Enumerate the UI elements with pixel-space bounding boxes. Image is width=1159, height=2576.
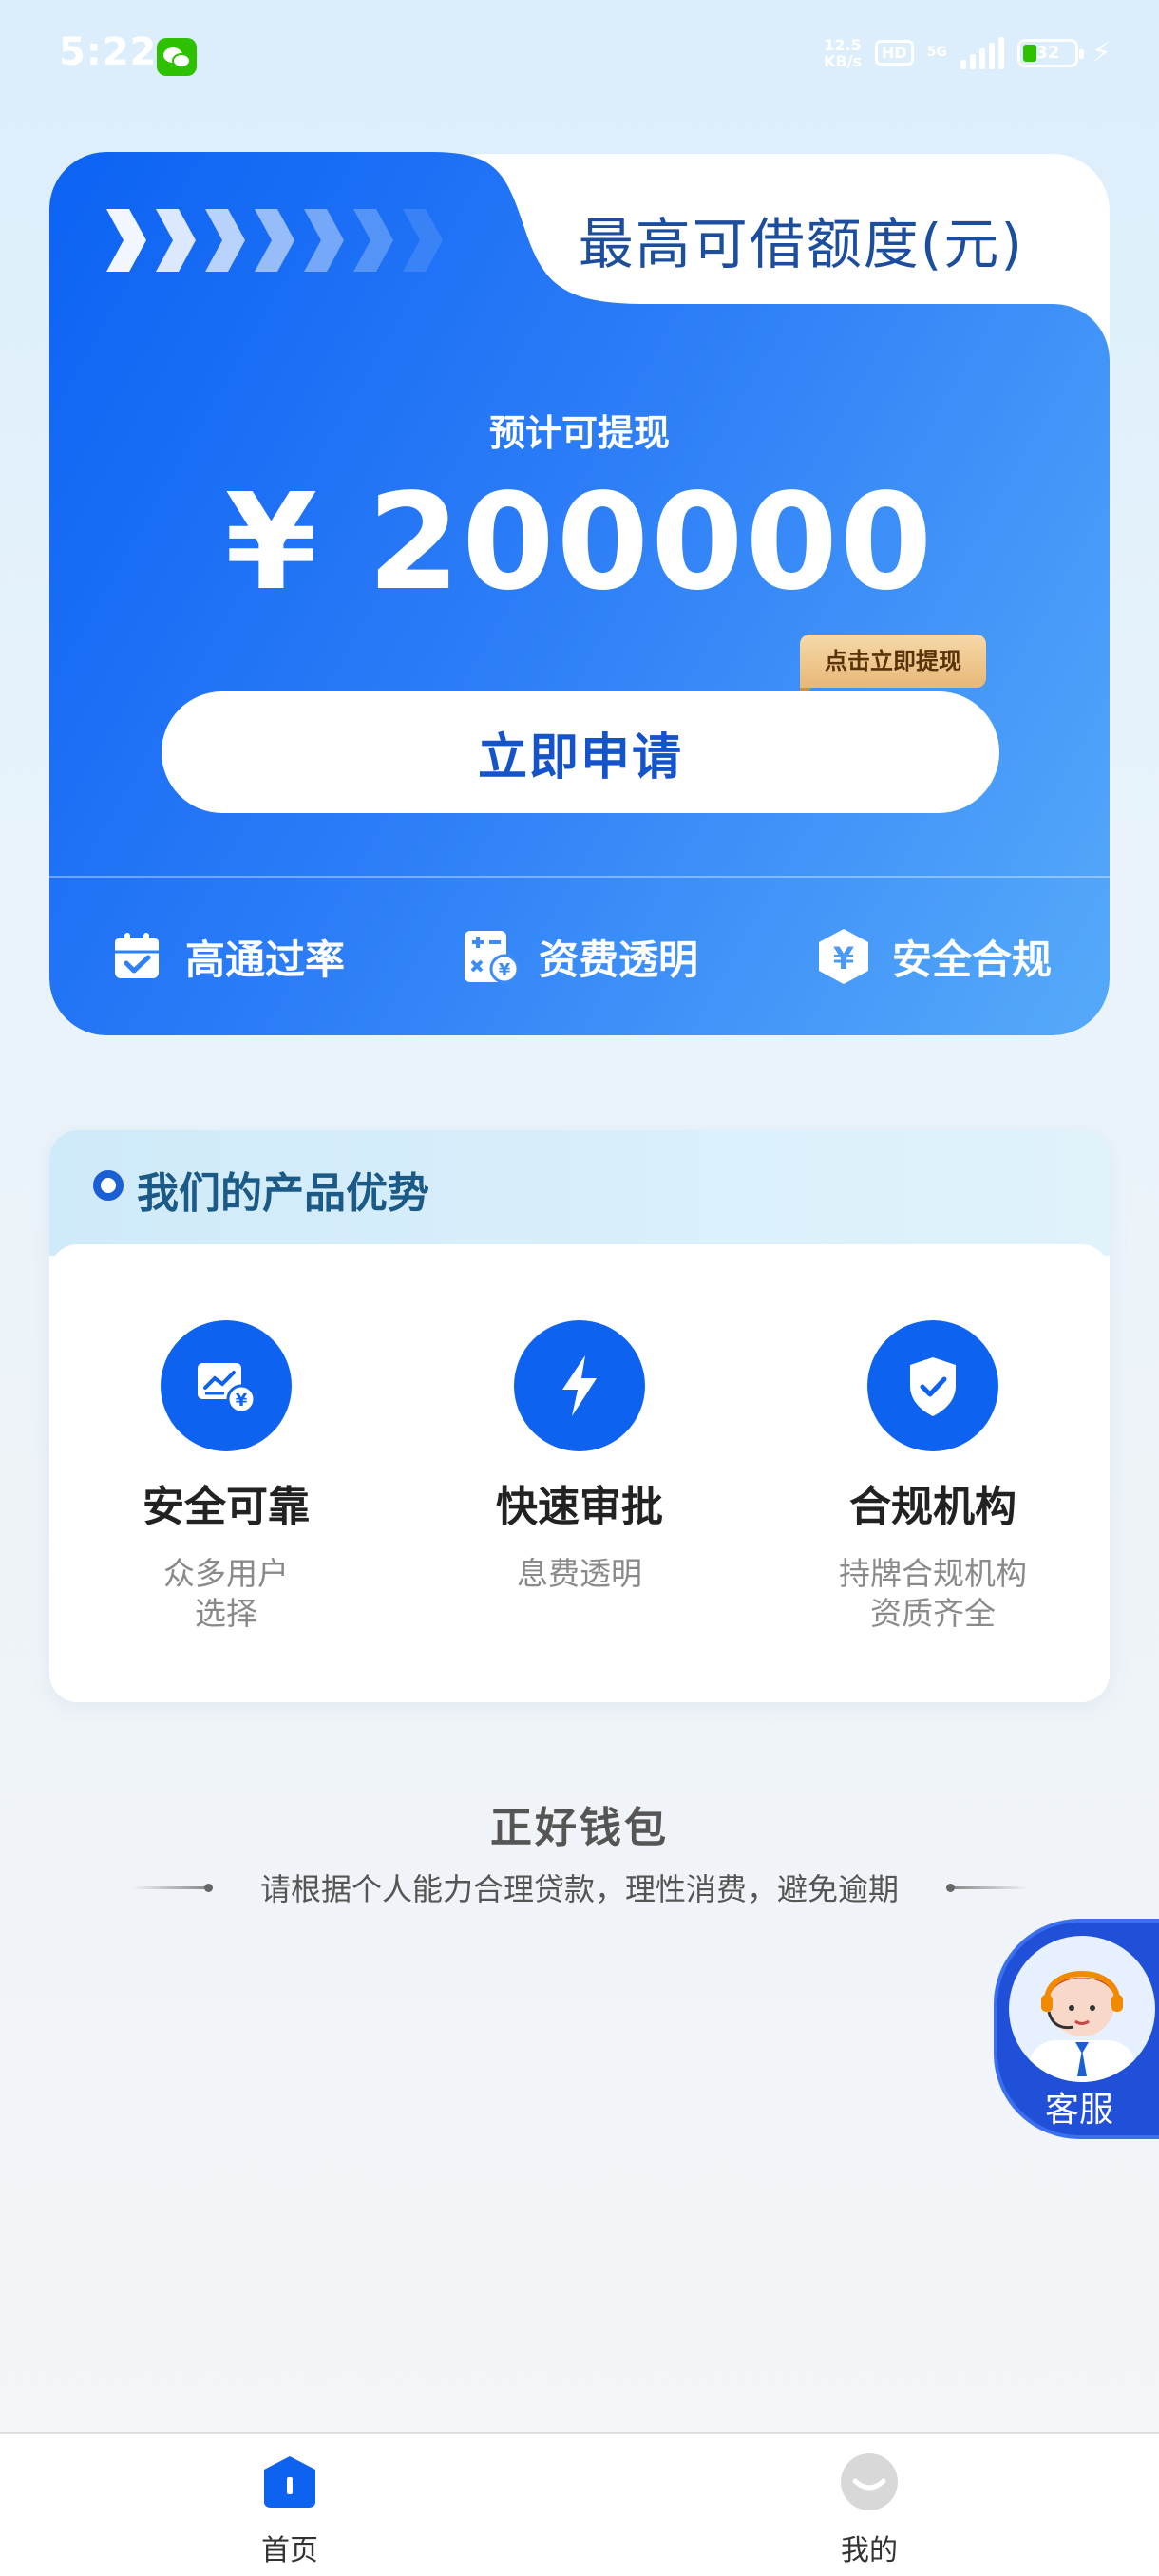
net-speed: 12.5 KB/s [824,35,863,70]
status-icons: 12.5 KB/s HD 5G 32 ⚡ [824,36,1112,69]
advantage-desc: 息费透明 [517,1555,642,1592]
svg-text:¥: ¥ [236,1391,248,1411]
estimated-withdraw-label: 预计可提现 [488,412,670,454]
apply-now-button[interactable]: 立即申请 [162,691,999,813]
home-icon [264,2456,315,2508]
credit-limit-card: 最高可借额度(元) 预计可提现 ¥ 200000 点击立即提现 立即申请 高通过… [49,152,1110,1035]
chevron-decoration-icon [104,207,445,274]
signal-icon [960,36,1004,69]
feature-strip: 高通过率 ¥ 资费透明 ¥ 安全合规 [49,904,1110,1009]
advantage-item-safe: ¥ 安全可靠 众多用户 选择 [49,1320,403,1634]
advantages-list: ¥ 安全可靠 众多用户 选择 快速审批 息费透明 合规机构 持牌合规机构 资质齐… [49,1320,1110,1634]
tab-label: 我的 [841,2534,898,2567]
status-time: 5:22 [59,30,158,74]
battery-icon: 32 [1016,38,1084,67]
advantage-name: 安全可靠 [142,1483,310,1531]
tab-mine[interactable]: 我的 [774,2453,964,2568]
status-bar: 5:22 12.5 KB/s HD 5G 32 ⚡ [0,0,1159,114]
tab-home[interactable]: 首页 [195,2453,385,2568]
customer-service-button[interactable]: 客服 [994,1919,1159,2139]
advantage-desc: 众多用户 选择 [163,1555,289,1632]
advantage-item-fast: 快速审批 息费透明 [403,1320,756,1634]
profile-icon [841,2453,898,2510]
calculator-icon: ¥ [464,931,520,984]
card-divider [49,876,1110,878]
feature-label: 高通过率 [184,936,345,983]
slogan-divider-left [131,1883,213,1892]
charging-icon: ⚡ [1091,36,1112,69]
shield-check-icon [867,1320,998,1451]
feature-safe-compliant: ¥ 安全合规 [814,927,1052,986]
slogan-divider-right [945,1883,1028,1892]
feature-high-pass-rate: 高通过率 [107,927,345,986]
lightning-icon [514,1320,645,1451]
brand-name: 正好钱包 [490,1804,669,1852]
ring-bullet-icon [93,1170,124,1201]
credit-amount: ¥ 200000 [224,465,935,620]
max-limit-title: 最高可借额度(元) [578,212,1024,276]
yuan-shield-icon: ¥ [818,929,868,984]
advantage-desc: 持牌合规机构 资质齐全 [839,1555,1027,1632]
calendar-check-icon [114,933,159,978]
advantages-title: 我们的产品优势 [137,1169,429,1218]
hd-icon: HD [875,40,914,66]
tab-label: 首页 [261,2534,318,2567]
feature-label: 资费透明 [538,936,698,983]
advantage-name: 快速审批 [496,1483,663,1531]
advantage-name: 合规机构 [849,1483,1016,1531]
customer-service-label: 客服 [1044,2091,1113,2130]
product-advantages-card: 我们的产品优势 ¥ 安全可靠 众多用户 选择 快速审批 息费透明 合规机构 持牌… [49,1130,1110,1702]
wechat-icon [157,38,197,76]
bottom-tab-bar: 首页 我的 [0,2432,1159,2576]
slogan-row: 请根据个人能力合理贷款，理性消费，避免逾期 [131,1864,1028,1911]
withdraw-tip-badge: 点击立即提现 [800,635,986,701]
feature-label: 安全合规 [891,936,1052,983]
svg-text:¥: ¥ [833,940,854,976]
advantage-item-compliant: 合规机构 持牌合规机构 资质齐全 [756,1320,1110,1634]
slogan-text: 请根据个人能力合理贷款，理性消费，避免逾期 [259,1871,899,1907]
agent-avatar-icon [1009,1936,1155,2082]
svg-text:¥: ¥ [499,960,511,980]
network-type: 5G [926,45,947,60]
feature-transparent-fees: ¥ 资费透明 [461,927,698,986]
chart-yuan-icon: ¥ [161,1320,292,1451]
